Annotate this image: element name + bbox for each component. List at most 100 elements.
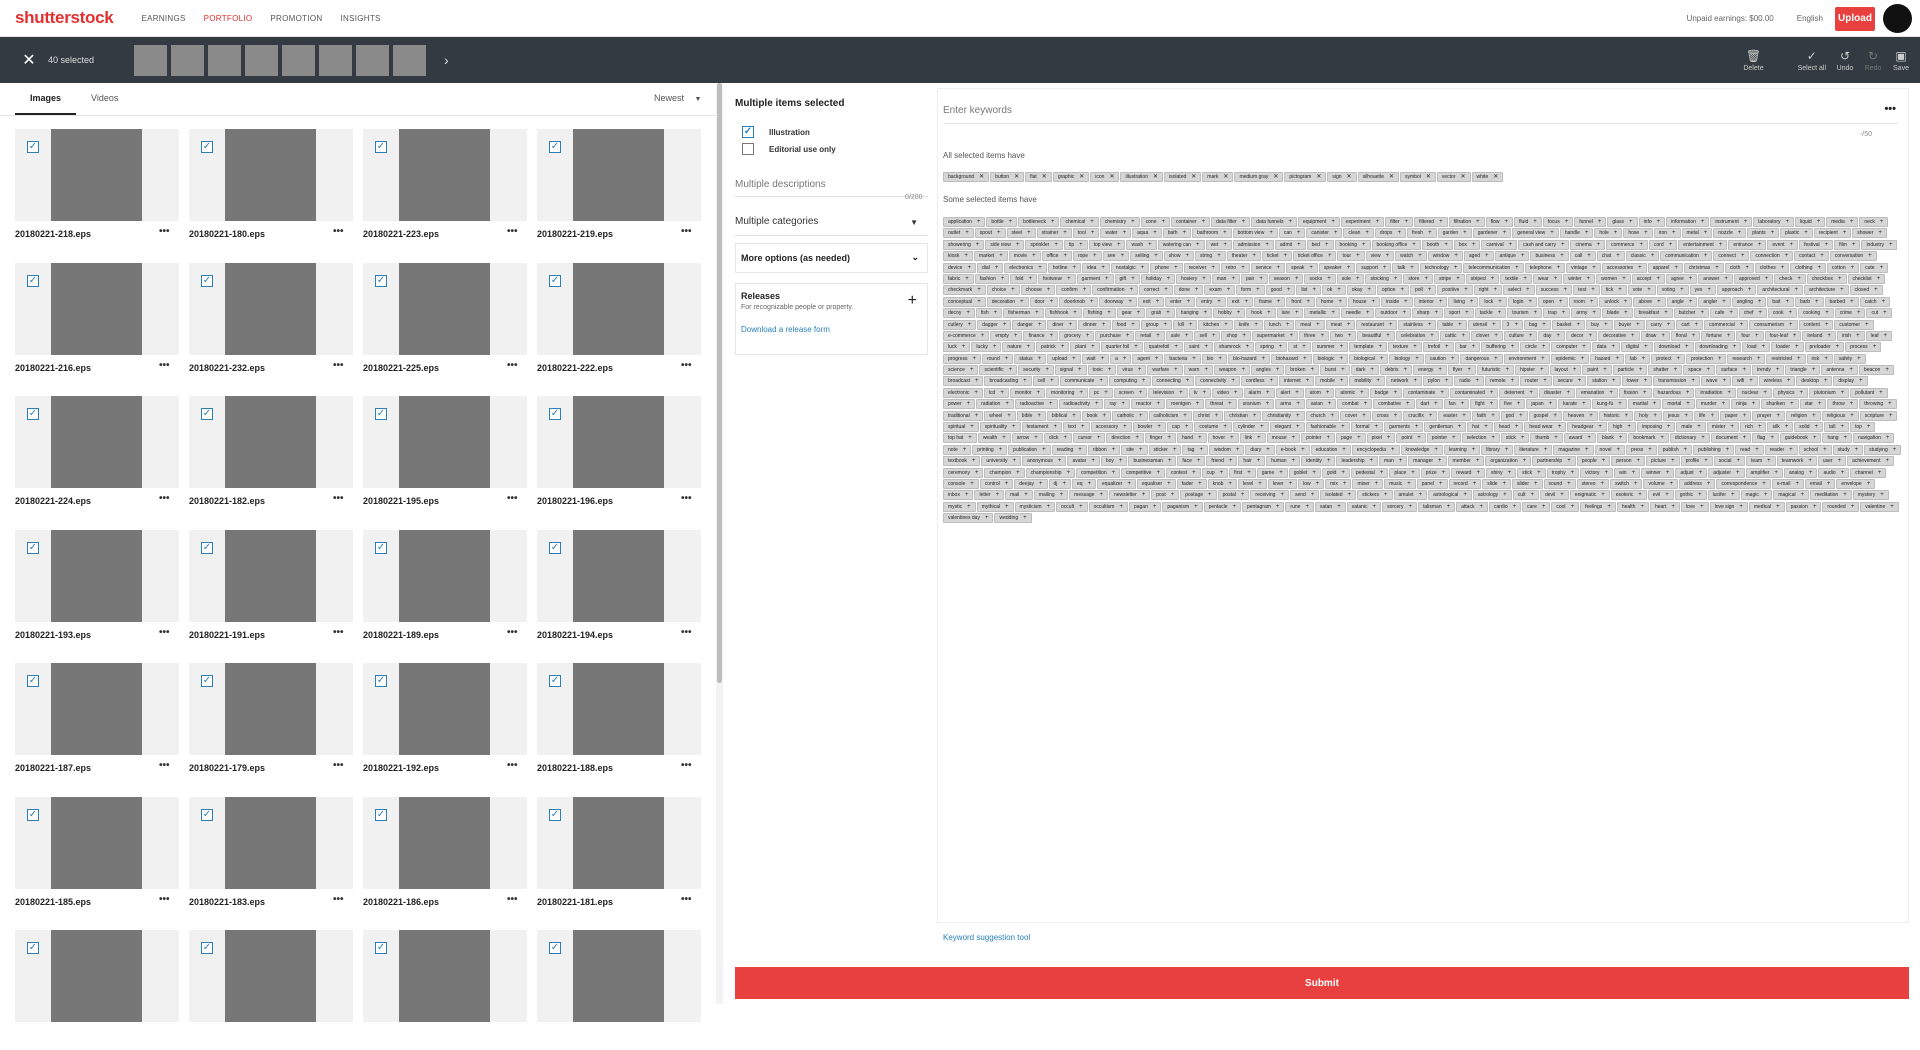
keyword-chip[interactable]: christ + — [1192, 410, 1224, 421]
add-icon[interactable]: + — [1867, 424, 1871, 430]
image-checkbox[interactable]: ✓ — [27, 541, 39, 554]
keyword-chip[interactable]: circle + — [1520, 342, 1551, 353]
image-checkbox[interactable]: ✓ — [375, 274, 387, 287]
keyword-chip[interactable]: filtered + — [1414, 217, 1448, 227]
keyword-chip[interactable]: dark + — [1350, 365, 1379, 376]
add-icon[interactable]: + — [1002, 435, 1006, 441]
image-thumbnail[interactable] — [51, 930, 142, 1022]
image-thumbnail[interactable] — [51, 396, 142, 488]
add-icon[interactable]: + — [1185, 253, 1189, 259]
add-icon[interactable]: + — [1253, 413, 1257, 419]
add-icon[interactable]: + — [1808, 458, 1812, 464]
add-icon[interactable]: + — [1123, 356, 1127, 362]
keyword-chip[interactable]: pair + — [1240, 273, 1268, 284]
keyword-chip[interactable]: competitive + — [1121, 467, 1165, 478]
add-icon[interactable]: + — [1456, 276, 1460, 282]
add-icon[interactable]: + — [1279, 344, 1283, 350]
keyword-chip[interactable]: garment + — [1076, 273, 1114, 284]
more-icon[interactable]: ••• — [507, 627, 518, 638]
keyword-chip[interactable]: open + — [1537, 296, 1568, 307]
keyword-chip[interactable]: religious + — [1821, 410, 1859, 421]
add-icon[interactable]: + — [1461, 333, 1465, 339]
add-icon[interactable]: + — [1825, 322, 1829, 328]
keyword-chip[interactable]: science + — [943, 365, 979, 376]
keyword-chip[interactable]: receiver + — [1183, 262, 1220, 273]
add-icon[interactable]: + — [1279, 470, 1283, 476]
add-icon[interactable]: + — [1045, 367, 1049, 373]
add-icon[interactable]: + — [1000, 390, 1004, 396]
add-icon[interactable]: + — [1107, 310, 1111, 316]
add-icon[interactable]: + — [1840, 424, 1844, 430]
add-icon[interactable]: + — [1093, 253, 1097, 259]
add-icon[interactable]: + — [975, 413, 979, 419]
remove-icon[interactable]: ✕ — [1316, 174, 1321, 180]
keyword-chip[interactable]: toxic + — [1087, 365, 1117, 376]
keyword-chip[interactable]: esoteric + — [1610, 490, 1647, 501]
keyword-chip[interactable]: tool + — [1072, 228, 1100, 239]
add-icon[interactable]: + — [1365, 230, 1369, 236]
keyword-chip[interactable]: wealth + — [977, 433, 1011, 444]
add-icon[interactable]: + — [1060, 492, 1064, 498]
add-icon[interactable]: + — [1028, 276, 1032, 282]
keyword-chip[interactable]: switch + — [1610, 478, 1643, 489]
add-icon[interactable]: + — [1888, 401, 1892, 407]
keyword-chip[interactable]: buffering + — [1481, 342, 1520, 353]
keyword-chip[interactable]: team + — [1746, 456, 1776, 467]
add-icon[interactable]: + — [1850, 401, 1854, 407]
keyword-chip[interactable]: load + — [1742, 342, 1771, 353]
add-icon[interactable]: + — [1505, 219, 1509, 225]
add-icon[interactable]: + — [1614, 230, 1618, 236]
image-card[interactable]: ✓ 20180221-194.eps ••• — [537, 529, 701, 650]
image-thumbnail-frame[interactable] — [189, 529, 353, 622]
keyword-chip[interactable]: finance + — [1023, 330, 1059, 341]
image-checkbox[interactable]: ✓ — [549, 808, 561, 821]
add-icon[interactable]: + — [1885, 367, 1889, 373]
keyword-chip[interactable]: box + — [1453, 239, 1481, 250]
keyword-chip[interactable]: amulet + — [1393, 490, 1428, 501]
add-icon[interactable]: + — [1762, 481, 1766, 487]
keyword-chip[interactable]: person + — [1611, 456, 1646, 467]
add-icon[interactable]: + — [1079, 242, 1083, 248]
keyword-chip[interactable]: broadcasting + — [984, 376, 1032, 387]
keyword-chip[interactable]: stickers + — [1357, 490, 1393, 501]
keyword-chip[interactable]: caution + — [1424, 353, 1460, 364]
add-icon[interactable]: + — [1326, 390, 1330, 396]
add-icon[interactable]: + — [1458, 322, 1462, 328]
keyword-chip[interactable]: sale + — [1165, 330, 1194, 341]
add-icon[interactable]: + — [1534, 481, 1538, 487]
image-card[interactable]: ✓ 20180221-196.eps ••• — [537, 396, 701, 516]
add-icon[interactable]: + — [1752, 401, 1756, 407]
add-icon[interactable]: + — [1640, 504, 1644, 510]
keyword-chip[interactable]: leadership + — [1336, 456, 1379, 467]
add-icon[interactable]: + — [1530, 492, 1534, 498]
keyword-chip[interactable]: hook + — [1246, 308, 1276, 319]
image-thumbnail-frame[interactable] — [363, 529, 527, 622]
keyword-chip[interactable]: a + — [1110, 353, 1132, 364]
remove-icon[interactable]: ✕ — [1461, 174, 1466, 180]
add-icon[interactable]: + — [1685, 344, 1689, 350]
add-icon[interactable]: + — [1644, 344, 1648, 350]
add-icon[interactable]: + — [1874, 287, 1878, 293]
keyword-chip[interactable]: gentleman + — [1424, 422, 1467, 433]
add-icon[interactable]: + — [1035, 310, 1039, 316]
add-icon[interactable]: + — [1638, 492, 1642, 498]
add-icon[interactable]: + — [1192, 356, 1196, 362]
keyword-chip[interactable]: tag + — [1182, 444, 1208, 455]
add-icon[interactable]: + — [1316, 481, 1320, 487]
keyword-chip[interactable]: atomic + — [1335, 387, 1369, 398]
unpaid-earnings[interactable]: Unpaid earnings: $00.00 — [1687, 14, 1774, 23]
add-icon[interactable]: + — [1394, 413, 1398, 419]
add-icon[interactable]: + — [1265, 242, 1269, 248]
add-icon[interactable]: + — [1034, 435, 1038, 441]
keyword-chip[interactable]: data filter + — [1211, 217, 1251, 227]
image-card[interactable]: ✓ 20180221-182.eps ••• — [189, 396, 353, 516]
add-icon[interactable]: + — [1612, 378, 1616, 384]
add-icon[interactable]: + — [1700, 310, 1704, 316]
add-icon[interactable]: + — [1337, 504, 1341, 510]
image-thumbnail-frame[interactable] — [537, 262, 701, 355]
add-icon[interactable]: + — [1476, 378, 1480, 384]
add-icon[interactable]: + — [1795, 344, 1799, 350]
add-icon[interactable]: + — [1515, 424, 1519, 430]
add-icon[interactable]: + — [1302, 344, 1306, 350]
keyword-chip[interactable]: stocking + — [1365, 273, 1403, 284]
